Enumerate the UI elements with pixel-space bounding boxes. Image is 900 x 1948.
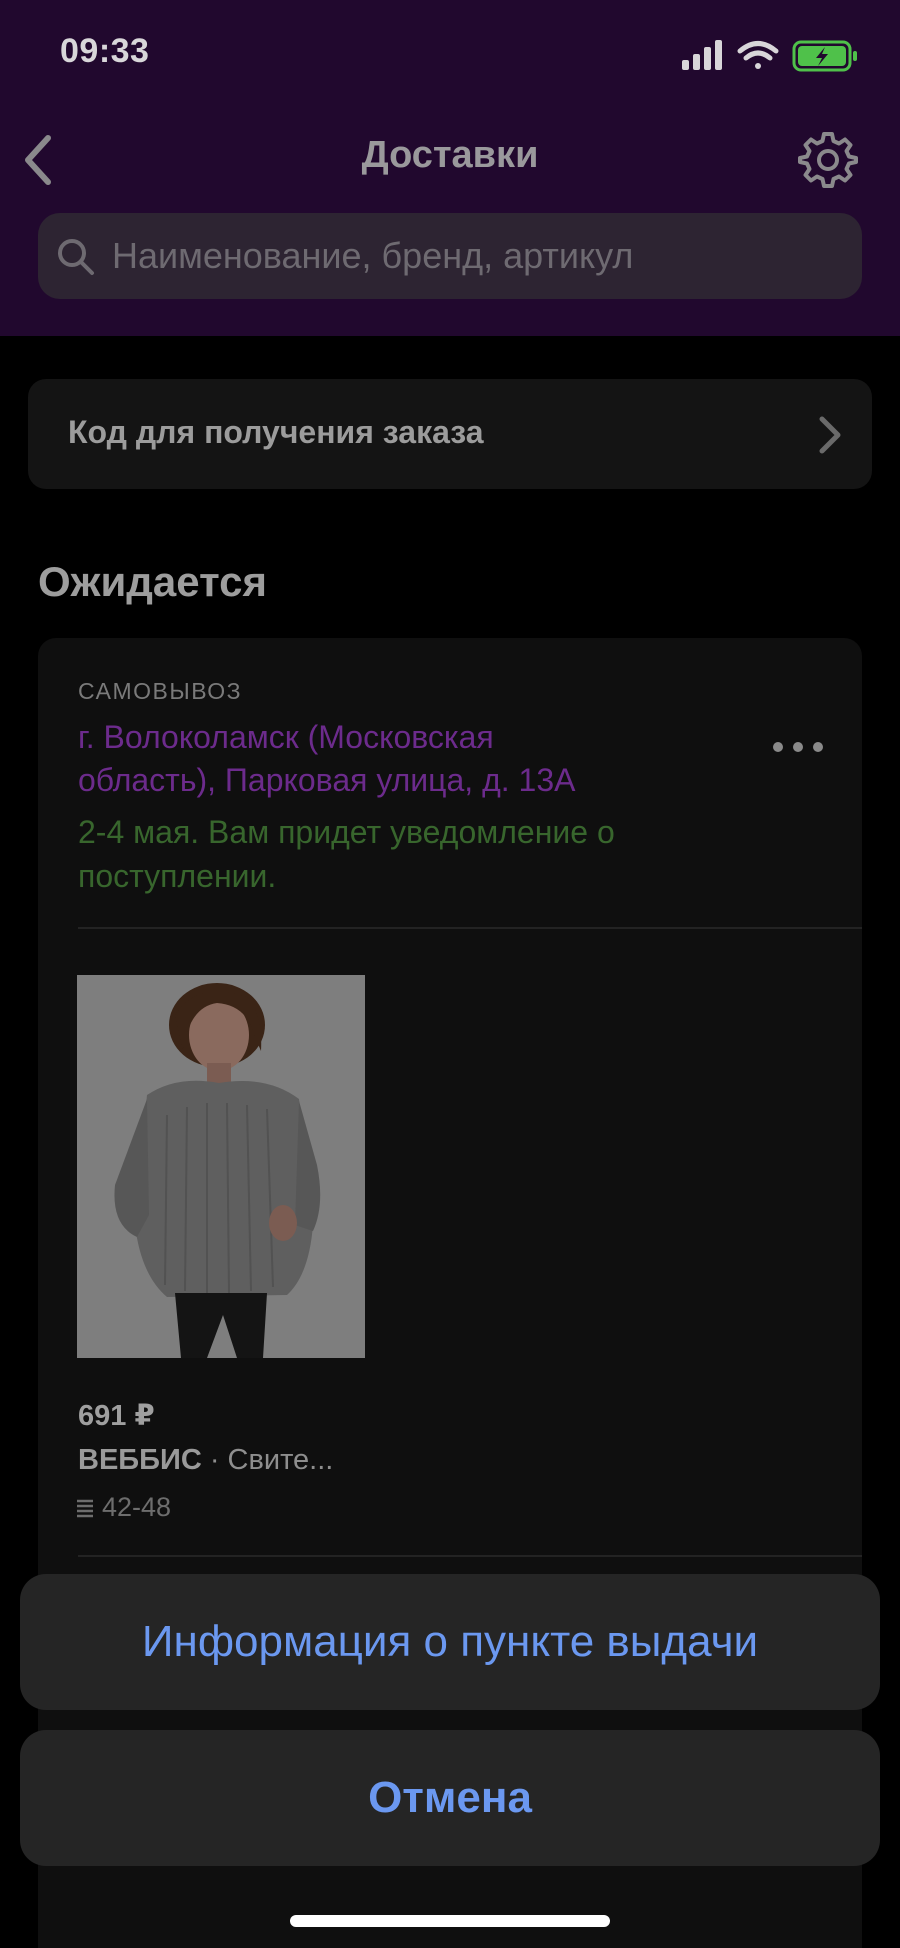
page-title: Доставки <box>361 134 539 176</box>
pickup-code-row[interactable]: Код для получения заказа <box>28 379 872 489</box>
size-value: 42-48 <box>102 1492 172 1522</box>
product-name-separator: · <box>201 1444 228 1476</box>
wifi-icon <box>737 41 779 69</box>
battery-charging-icon <box>792 40 857 72</box>
home-indicator[interactable] <box>290 1915 610 1927</box>
search-icon <box>58 239 94 275</box>
size-icon <box>77 1499 93 1518</box>
status-icons <box>682 40 857 72</box>
pickup-address[interactable]: г. Волоколамск (Московская область), Пар… <box>78 716 638 802</box>
product-title: Свите... <box>227 1444 334 1476</box>
divider <box>78 1555 862 1557</box>
gear-icon <box>798 132 858 188</box>
product-size: 42-48 <box>76 1492 171 1523</box>
search-placeholder: Наименование, бренд, артикул <box>112 235 634 276</box>
chevron-right-icon <box>819 416 841 454</box>
pickup-point-info-button[interactable]: Информация о пункте выдачи <box>20 1574 880 1710</box>
delivery-status: 2-4 мая. Вам придет уведомление о поступ… <box>78 814 615 894</box>
cellular-signal-icon <box>682 40 722 70</box>
delivery-type: САМОВЫВОЗ <box>78 678 243 704</box>
screen: 09:33 Доставки Наименование, бренд, арти… <box>0 0 900 1948</box>
product-brand: ВЕББИС <box>78 1444 202 1476</box>
more-options-icon[interactable] <box>770 738 826 756</box>
search-input[interactable]: Наименование, бренд, артикул <box>38 213 862 299</box>
status-time: 09:33 <box>60 32 150 70</box>
section-title: Ожидается <box>38 558 267 605</box>
divider <box>78 927 862 929</box>
cancel-button[interactable]: Отмена <box>20 1730 880 1866</box>
pickup-code-label: Код для получения заказа <box>68 414 484 450</box>
product-photo <box>77 975 365 1358</box>
product-name[interactable]: ВЕББИС · Свите... <box>78 1444 333 1477</box>
header: 09:33 Доставки Наименование, бренд, арти… <box>0 0 900 336</box>
product-price: 691 ₽ <box>78 1400 155 1432</box>
settings-button[interactable] <box>798 130 858 190</box>
product-image[interactable] <box>77 975 365 1358</box>
